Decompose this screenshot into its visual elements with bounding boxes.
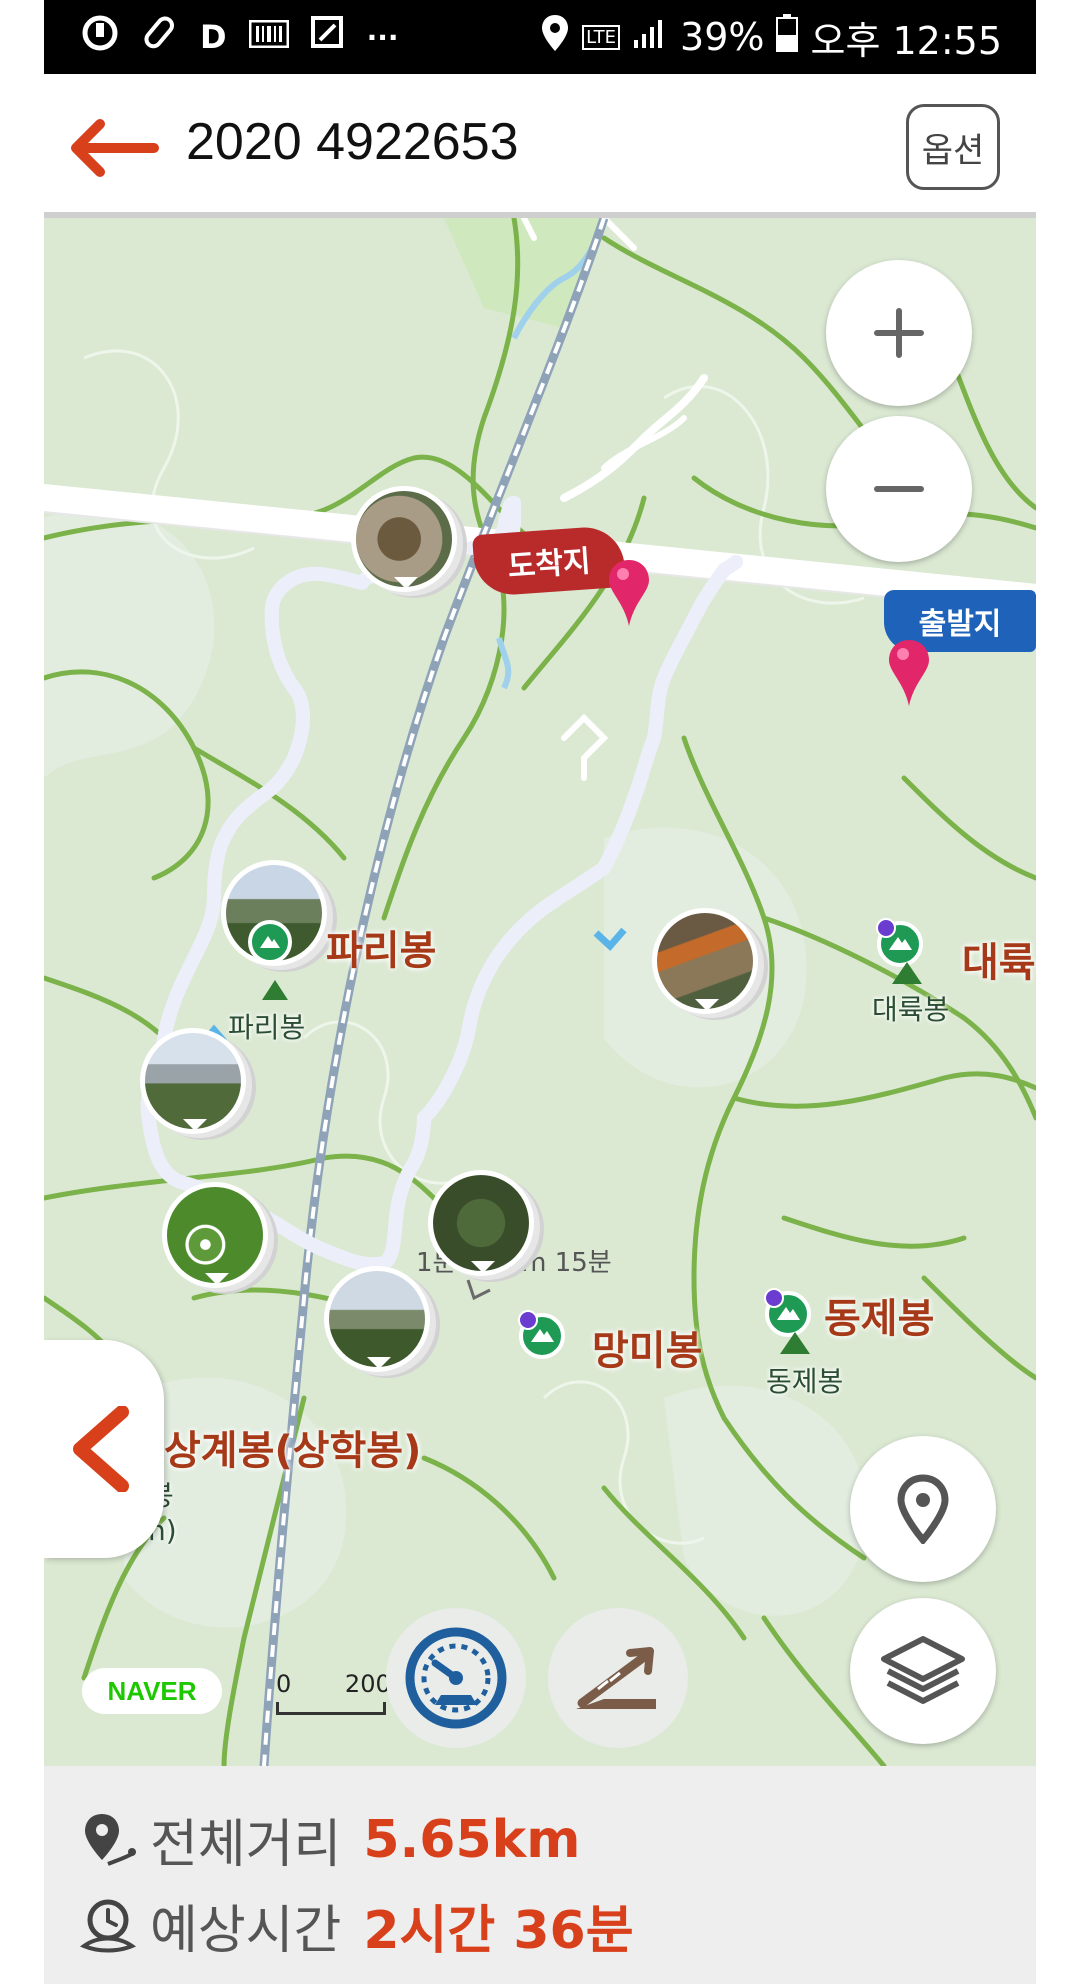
naver-logo: NAVER <box>82 1668 222 1714</box>
minus-icon <box>874 486 924 492</box>
speedometer-icon <box>405 1627 507 1729</box>
battery-icon <box>776 13 799 61</box>
distance-label: 전체거리 <box>150 1815 342 1875</box>
signal-icon <box>632 15 668 59</box>
photo-marker[interactable] <box>351 486 457 592</box>
end-pin-icon <box>609 560 649 626</box>
peak-label-pari: 파리봉 <box>326 928 437 974</box>
app-header: 2020 4922653 옵션 <box>44 74 1036 218</box>
status-bar: D ··· LTE 39% 오후 12:55 <box>44 0 1036 74</box>
peak-badge-icon <box>518 1310 565 1359</box>
elevation-icon <box>576 1647 656 1709</box>
edit-icon <box>310 16 345 58</box>
time-row: 예상시간 2시간 36분 <box>78 1888 634 1963</box>
distance-row: 전체거리 5.65km <box>78 1802 580 1877</box>
plus-icon <box>874 308 924 358</box>
location-icon <box>540 13 570 62</box>
peak-sublabel-dongje: 동제봉 <box>766 1365 844 1398</box>
peak-badge-icon <box>248 920 292 964</box>
options-button[interactable]: 옵션 <box>906 104 1000 190</box>
peak-label-dongje: 동제봉 <box>824 1296 935 1342</box>
map-view[interactable]: 1분 0.9km 15분 파리봉 파리봉 <box>44 218 1036 1766</box>
page-title: 2020 4922653 <box>186 113 519 171</box>
peak-label-mangmi: 망미봉 <box>592 1328 703 1374</box>
lte-icon: LTE <box>582 24 621 50</box>
time-value: 2시간 36분 <box>363 1901 634 1961</box>
photo-marker[interactable] <box>652 908 758 1014</box>
battery-percent: 39% <box>680 15 765 59</box>
zoom-in-button[interactable] <box>826 260 972 406</box>
clock-pin-icon <box>79 1899 137 1952</box>
barcode-icon <box>248 18 290 56</box>
right-margin <box>1036 0 1080 1984</box>
pill-icon <box>142 15 178 59</box>
distance-pin-icon <box>85 1813 136 1866</box>
left-margin <box>0 0 44 1984</box>
photo-marker[interactable] <box>428 1170 534 1276</box>
peak-sublabel-pari: 파리봉 <box>228 1011 306 1044</box>
layers-button[interactable] <box>850 1598 996 1744</box>
elevation-button[interactable] <box>548 1608 688 1748</box>
end-flag: 도착지 <box>472 524 626 598</box>
side-panel-toggle[interactable] <box>44 1340 164 1558</box>
mountain-icon <box>262 980 288 1000</box>
photo-marker[interactable] <box>324 1266 430 1372</box>
scale-bar <box>276 1702 386 1715</box>
d-icon: D <box>200 18 227 56</box>
peak-label-sanggye: 상계봉(상학봉) <box>164 1428 422 1474</box>
peak-label-daeryuk: 대륙 <box>962 940 1036 986</box>
route-summary-panel: 전체거리 5.65km 예상시간 2시간 36분 <box>44 1766 1036 1984</box>
mountain-icon <box>892 962 922 984</box>
more-icon: ··· <box>366 20 399 54</box>
zoom-out-button[interactable] <box>826 416 972 562</box>
time-label: 예상시간 <box>150 1901 342 1961</box>
photo-marker[interactable] <box>162 1182 268 1288</box>
distance-value: 5.65km <box>363 1809 581 1870</box>
my-location-button[interactable] <box>850 1436 996 1582</box>
peak-sublabel-daeryuk: 대륙봉 <box>872 993 950 1026</box>
scale-value: 200 <box>344 1670 391 1698</box>
app-screen: D ··· LTE 39% 오후 12:55 2020 4922653 옵션 1… <box>44 0 1036 1984</box>
layers-icon <box>881 1636 965 1704</box>
carrier-icon <box>80 13 120 61</box>
scale-zero: 0 <box>276 1670 292 1698</box>
start-pin-icon <box>889 640 929 706</box>
clock: 오후 12:55 <box>810 18 1002 63</box>
back-arrow-icon[interactable] <box>70 118 160 178</box>
map-scale: 0 200 <box>276 1670 391 1715</box>
mountain-icon <box>780 1332 810 1354</box>
location-pin-icon <box>897 1474 949 1544</box>
speedometer-button[interactable] <box>386 1608 526 1748</box>
chevron-left-icon <box>73 1406 129 1492</box>
